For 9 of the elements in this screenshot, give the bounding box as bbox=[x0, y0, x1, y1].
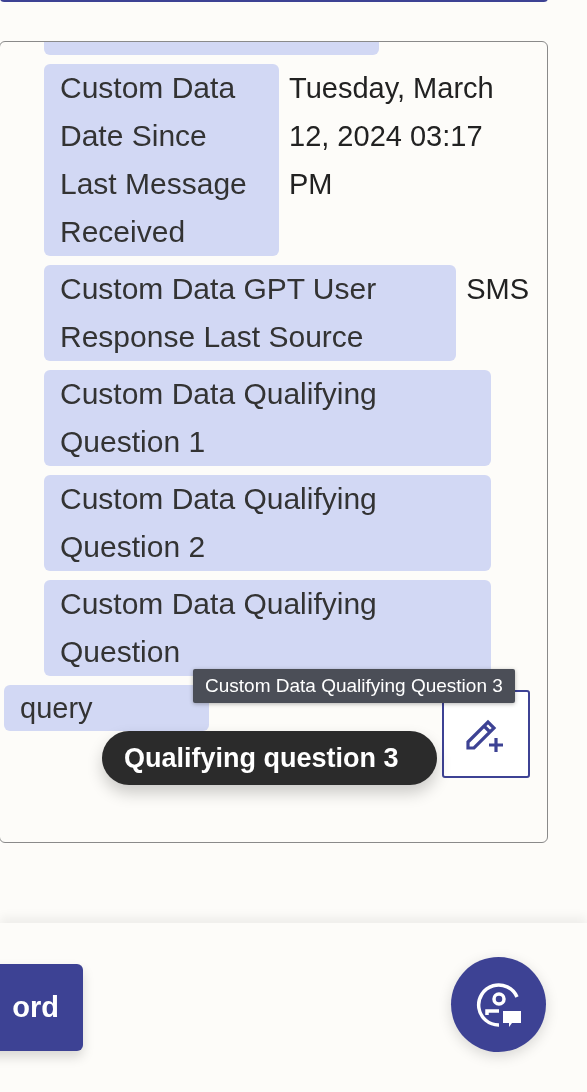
field-label: Custom Data Qualifying Question 1 bbox=[44, 370, 491, 466]
field-label: Custom Data Qualifying Question 2 bbox=[44, 475, 491, 571]
field-value: SMS bbox=[466, 272, 529, 307]
toast-message: Qualifying question 3 bbox=[102, 731, 437, 785]
field-label: Custom Data Qualifying Question bbox=[44, 580, 491, 676]
save-button[interactable]: ord bbox=[0, 964, 83, 1051]
field-value: Tuesday, March 12, 2024 03:17 PM bbox=[289, 71, 495, 202]
field-label: Custom Data Date Since Last Message Received bbox=[44, 64, 279, 256]
field-label: Custom Data GPT User Response Last Source bbox=[44, 265, 457, 361]
